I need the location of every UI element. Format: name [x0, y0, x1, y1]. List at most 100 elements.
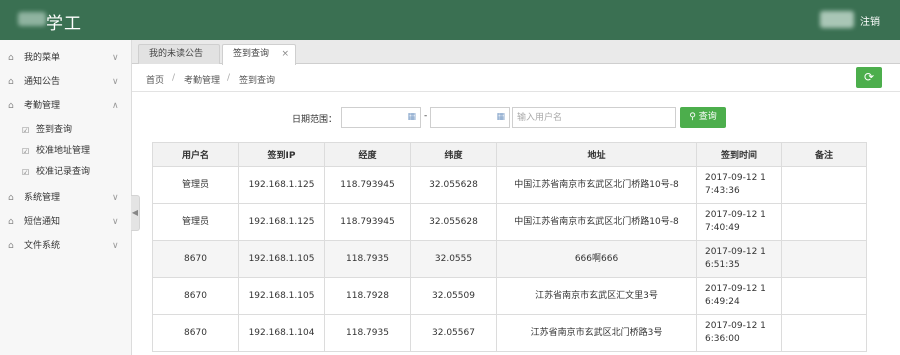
cell-latitude: 32.05567	[410, 314, 497, 352]
top-bar: 学工 注销	[0, 0, 900, 40]
sidebar-item-label: 通知公告	[24, 77, 61, 87]
sidebar-item-label: 短信通知	[24, 217, 61, 227]
username-search-input[interactable]	[512, 107, 676, 128]
edit-icon: ☑	[22, 147, 30, 156]
edit-icon: ☑	[22, 168, 30, 177]
chevron-up-icon: ∧	[112, 101, 119, 111]
cell-remark	[781, 240, 867, 278]
sidebar-subitem-calibration-records[interactable]: ☑ 校准记录查询	[0, 162, 131, 183]
sidebar-item-system[interactable]: ⌂ 系统管理 ∨	[0, 186, 131, 210]
column-header-longitude[interactable]: 经度	[324, 142, 411, 167]
chevron-left-icon: ◀	[131, 208, 139, 217]
brand-title: 学工	[46, 14, 82, 34]
tab-unread-notices[interactable]: 我的未读公告	[138, 44, 220, 64]
user-avatar[interactable]	[820, 11, 854, 28]
cell-longitude: 118.7935	[324, 314, 411, 352]
refresh-button[interactable]: ⟳	[856, 67, 882, 88]
tab-checkin-query[interactable]: 签到查询 ×	[222, 44, 296, 65]
home-icon: ⌂	[8, 77, 14, 87]
start-date-input[interactable]: ▦	[341, 107, 421, 128]
cell-ip: 192.168.1.105	[238, 277, 325, 315]
sidebar-item-label: 文件系统	[24, 241, 61, 251]
column-header-remark[interactable]: 备注	[781, 142, 867, 167]
sidebar-item-sms[interactable]: ⌂ 短信通知 ∨	[0, 210, 131, 234]
table-row[interactable]: 8670 192.168.1.105 118.7935 32.0555 666啊…	[152, 240, 867, 278]
sidebar-subitem-label: 校准地址管理	[36, 146, 91, 156]
cell-ip: 192.168.1.125	[238, 203, 325, 241]
checkin-time-text: 2017-09-12 17:40:49	[705, 210, 766, 233]
sidebar-subitem-checkin-query[interactable]: ☑ 签到查询	[0, 120, 131, 141]
home-icon: ⌂	[8, 193, 14, 203]
cell-address: 中国江苏省南京市玄武区北门桥路10号-8	[496, 166, 697, 204]
breadcrumb-current: 签到查询	[239, 76, 276, 86]
cell-longitude: 118.793945	[324, 166, 411, 204]
breadcrumb-home[interactable]: 首页	[146, 73, 164, 86]
breadcrumb: 首页 / 考勤管理 / 签到查询 ⟳	[132, 65, 900, 92]
table-row[interactable]: 管理员 192.168.1.125 118.793945 32.055628 中…	[152, 203, 867, 241]
home-icon: ⌂	[8, 101, 14, 111]
cell-address: 666啊666	[496, 240, 697, 278]
breadcrumb-separator: /	[172, 73, 176, 83]
home-icon: ⌂	[8, 217, 14, 227]
sidebar-item-files[interactable]: ⌂ 文件系统 ∨	[0, 234, 131, 258]
cell-longitude: 118.793945	[324, 203, 411, 241]
column-header-checkin-time[interactable]: 签到时间	[696, 142, 782, 167]
query-button[interactable]: ⚲ 查询	[680, 107, 726, 128]
tab-label: 我的未读公告	[149, 49, 204, 59]
tab-label: 签到查询	[233, 49, 270, 59]
cell-checkin-time: 2017-09-12 17:40:49	[696, 203, 782, 241]
sidebar-collapse-handle[interactable]: ◀	[131, 195, 140, 231]
cell-address: 中国江苏省南京市玄武区北门桥路10号-8	[496, 203, 697, 241]
refresh-icon: ⟳	[863, 70, 875, 84]
cell-ip: 192.168.1.125	[238, 166, 325, 204]
cell-latitude: 32.0555	[410, 240, 497, 278]
calendar-icon[interactable]: ▦	[496, 112, 505, 122]
table-header-row: 用户名 签到IP 经度 纬度 地址 签到时间 备注	[152, 142, 867, 167]
cell-username: 管理员	[152, 203, 239, 241]
column-header-address[interactable]: 地址	[496, 142, 697, 167]
column-header-ip[interactable]: 签到IP	[238, 142, 325, 167]
calendar-icon[interactable]: ▦	[407, 112, 416, 122]
cell-username: 8670	[152, 240, 239, 278]
sidebar-item-my-menu[interactable]: ⌂ 我的菜单 ∨	[0, 46, 131, 70]
sidebar-subitem-label: 签到查询	[36, 125, 73, 135]
checkin-time-text: 2017-09-12 17:43:36	[705, 173, 766, 196]
sidebar-subitem-address-calibration[interactable]: ☑ 校准地址管理	[0, 141, 131, 162]
table-row[interactable]: 管理员 192.168.1.125 118.793945 32.055628 中…	[152, 166, 867, 204]
column-header-latitude[interactable]: 纬度	[410, 142, 497, 167]
sidebar-subitem-label: 校准记录查询	[36, 167, 91, 177]
cell-address: 江苏省南京市玄武区北门桥路3号	[496, 314, 697, 352]
sidebar-item-label: 考勤管理	[24, 101, 61, 111]
breadcrumb-attendance[interactable]: 考勤管理	[184, 73, 220, 86]
cell-address: 江苏省南京市玄武区汇文里3号	[496, 277, 697, 315]
cell-checkin-time: 2017-09-12 16:36:00	[696, 314, 782, 352]
cell-remark	[781, 203, 867, 241]
home-icon: ⌂	[8, 53, 14, 63]
date-range-separator: -	[424, 111, 428, 121]
cell-remark	[781, 314, 867, 352]
chevron-down-icon: ∨	[112, 193, 119, 203]
table-row[interactable]: 8670 192.168.1.105 118.7928 32.05509 江苏省…	[152, 277, 867, 315]
brand-logo	[18, 12, 46, 26]
logout-link[interactable]: 注销	[860, 13, 880, 28]
checkin-time-text: 2017-09-12 16:51:35	[705, 247, 766, 270]
end-date-input[interactable]: ▦	[430, 107, 510, 128]
cell-username: 8670	[152, 314, 239, 352]
cell-latitude: 32.055628	[410, 203, 497, 241]
cell-ip: 192.168.1.104	[238, 314, 325, 352]
query-button-label: 查询	[698, 112, 717, 122]
cell-checkin-time: 2017-09-12 16:49:24	[696, 277, 782, 315]
chevron-down-icon: ∨	[112, 77, 119, 87]
checkin-time-text: 2017-09-12 16:49:24	[705, 284, 766, 307]
date-range-label: 日期范围：	[292, 115, 338, 125]
table-row[interactable]: 8670 192.168.1.104 118.7935 32.05567 江苏省…	[152, 314, 867, 352]
close-icon[interactable]: ×	[281, 45, 289, 64]
sidebar-item-notices[interactable]: ⌂ 通知公告 ∨	[0, 70, 131, 94]
cell-username: 8670	[152, 277, 239, 315]
home-icon: ⌂	[8, 241, 14, 251]
column-header-username[interactable]: 用户名	[152, 142, 239, 167]
checkin-table: 用户名 签到IP 经度 纬度 地址 签到时间 备注 管理员 192.168.1.…	[152, 142, 867, 352]
search-icon: ⚲	[689, 112, 696, 122]
cell-longitude: 118.7928	[324, 277, 411, 315]
sidebar-item-attendance[interactable]: ⌂ 考勤管理 ∧	[0, 94, 131, 118]
